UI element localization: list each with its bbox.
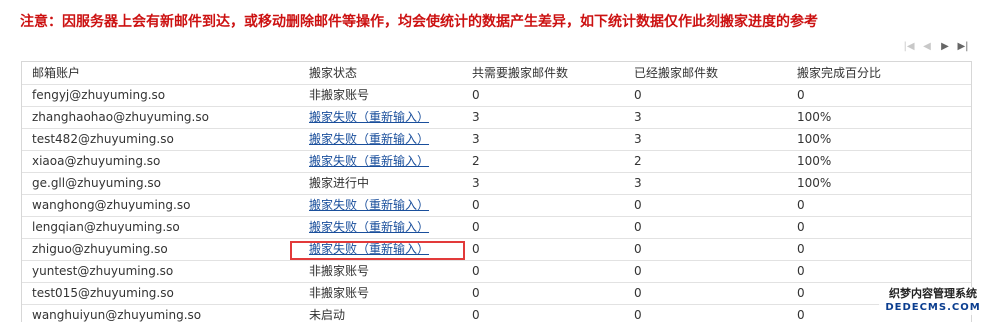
first-page-icon[interactable]: |◀	[903, 41, 915, 53]
done-cell: 3	[624, 172, 787, 195]
table-body: fengyj@zhuyuming.so 非搬家账号 0 0 0 zhanghaohao@z…	[22, 84, 971, 322]
status-cell: 搬家失败（重新输入）	[299, 194, 462, 217]
total-cell: 0	[462, 216, 624, 239]
pagination: |◀ ◀ ▶ ▶|	[903, 40, 969, 54]
account-cell: lengqian@zhuyuming.so	[22, 216, 299, 239]
account-cell: wanghong@zhuyuming.so	[22, 194, 299, 217]
watermark-line1: 织梦内容管理系统	[889, 287, 977, 300]
table-row: wanghong@zhuyuming.so 搬家失败（重新输入） 0 0 0	[22, 194, 971, 217]
done-cell: 3	[624, 106, 787, 129]
status-cell: 非搬家账号	[299, 260, 462, 283]
account-cell: xiaoa@zhuyuming.so	[22, 150, 299, 173]
done-cell: 0	[624, 260, 787, 283]
done-cell: 0	[624, 304, 787, 322]
percent-cell: 0	[787, 194, 971, 217]
account-cell: yuntest@zhuyuming.so	[22, 260, 299, 283]
status-cell: 未启动	[299, 304, 462, 322]
total-cell: 0	[462, 260, 624, 283]
table-row: test482@zhuyuming.so 搬家失败（重新输入） 3 3 100%	[22, 128, 971, 151]
done-cell: 2	[624, 150, 787, 173]
migration-table: 邮箱账户 搬家状态 共需要搬家邮件数 已经搬家邮件数 搬家完成百分比 fengy…	[22, 62, 971, 322]
account-cell: wanghuiyun@zhuyuming.so	[22, 304, 299, 322]
total-cell: 0	[462, 304, 624, 322]
total-cell: 3	[462, 128, 624, 151]
status-cell: 搬家失败（重新输入）	[299, 216, 462, 239]
watermark: 织梦内容管理系统 DEDECMS.COM	[879, 287, 987, 315]
last-page-icon[interactable]: ▶|	[957, 41, 969, 53]
total-cell: 0	[462, 194, 624, 217]
account-cell: fengyj@zhuyuming.so	[22, 84, 299, 107]
table-row: yuntest@zhuyuming.so 非搬家账号 0 0 0	[22, 260, 971, 283]
retry-input-link[interactable]: 搬家失败（重新输入）	[309, 110, 429, 124]
status-cell: 搬家失败（重新输入）	[299, 238, 462, 261]
migration-table-container: 邮箱账户 搬家状态 共需要搬家邮件数 已经搬家邮件数 搬家完成百分比 fengy…	[21, 61, 972, 322]
retry-input-link[interactable]: 搬家失败（重新输入）	[309, 198, 429, 212]
done-cell: 0	[624, 84, 787, 107]
percent-cell: 100%	[787, 172, 971, 195]
percent-cell: 100%	[787, 106, 971, 129]
percent-cell: 100%	[787, 128, 971, 151]
table-row: zhiguo@zhuyuming.so 搬家失败（重新输入） 0 0 0	[22, 238, 971, 261]
done-cell: 0	[624, 238, 787, 261]
account-cell: test482@zhuyuming.so	[22, 128, 299, 151]
header-done: 已经搬家邮件数	[624, 62, 787, 85]
done-cell: 0	[624, 216, 787, 239]
done-cell: 0	[624, 282, 787, 305]
table-row: zhanghaohao@zhuyuming.so 搬家失败（重新输入） 3 3 100%	[22, 106, 971, 129]
next-page-icon[interactable]: ▶	[939, 41, 951, 53]
total-cell: 3	[462, 172, 624, 195]
status-cell: 非搬家账号	[299, 282, 462, 305]
percent-cell: 0	[787, 216, 971, 239]
done-cell: 3	[624, 128, 787, 151]
status-cell: 搬家失败（重新输入）	[299, 106, 462, 129]
table-row: fengyj@zhuyuming.so 非搬家账号 0 0 0	[22, 84, 971, 107]
watermark-line2: DEDECMS.COM	[885, 302, 981, 313]
header-total: 共需要搬家邮件数	[462, 62, 624, 85]
total-cell: 2	[462, 150, 624, 173]
percent-cell: 0	[787, 84, 971, 107]
account-cell: zhiguo@zhuyuming.so	[22, 238, 299, 261]
percent-cell: 0	[787, 238, 971, 261]
retry-input-link[interactable]: 搬家失败（重新输入）	[309, 154, 429, 168]
total-cell: 0	[462, 238, 624, 261]
status-cell: 搬家失败（重新输入）	[299, 150, 462, 173]
total-cell: 0	[462, 84, 624, 107]
header-status: 搬家状态	[299, 62, 462, 85]
account-cell: zhanghaohao@zhuyuming.so	[22, 106, 299, 129]
done-cell: 0	[624, 194, 787, 217]
table-row: xiaoa@zhuyuming.so 搬家失败（重新输入） 2 2 100%	[22, 150, 971, 173]
header-account: 邮箱账户	[22, 62, 299, 85]
status-cell: 搬家进行中	[299, 172, 462, 195]
table-row: wanghuiyun@zhuyuming.so 未启动 0 0 0	[22, 304, 971, 322]
table-header-row: 邮箱账户 搬家状态 共需要搬家邮件数 已经搬家邮件数 搬家完成百分比	[22, 62, 971, 85]
account-cell: ge.gll@zhuyuming.so	[22, 172, 299, 195]
total-cell: 3	[462, 106, 624, 129]
retry-input-link[interactable]: 搬家失败（重新输入）	[309, 242, 429, 256]
status-cell: 搬家失败（重新输入）	[299, 128, 462, 151]
table-row: lengqian@zhuyuming.so 搬家失败（重新输入） 0 0 0	[22, 216, 971, 239]
account-cell: test015@zhuyuming.so	[22, 282, 299, 305]
retry-input-link[interactable]: 搬家失败（重新输入）	[309, 132, 429, 146]
retry-input-link[interactable]: 搬家失败（重新输入）	[309, 220, 429, 234]
table-row: test015@zhuyuming.so 非搬家账号 0 0 0	[22, 282, 971, 305]
migration-progress-page: 注意：因服务器上会有新邮件到达，或移动删除邮件等操作，均会使统计的数据产生差异，…	[0, 0, 997, 322]
status-cell: 非搬家账号	[299, 84, 462, 107]
header-percent: 搬家完成百分比	[787, 62, 971, 85]
notice-text: 注意：因服务器上会有新邮件到达，或移动删除邮件等操作，均会使统计的数据产生差异，…	[20, 14, 818, 30]
total-cell: 0	[462, 282, 624, 305]
prev-page-icon[interactable]: ◀	[921, 41, 933, 53]
table-row: ge.gll@zhuyuming.so 搬家进行中 3 3 100%	[22, 172, 971, 195]
percent-cell: 0	[787, 260, 971, 283]
percent-cell: 100%	[787, 150, 971, 173]
